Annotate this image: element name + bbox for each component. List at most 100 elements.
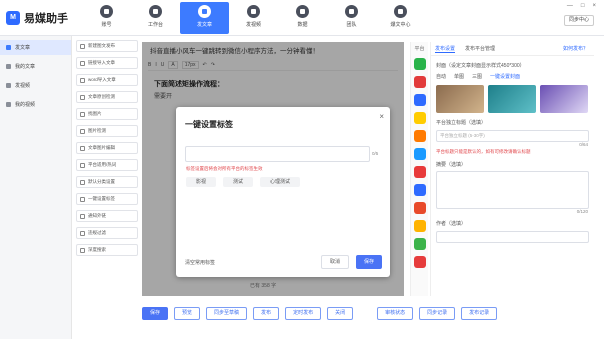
- sidebar-item-my-articles[interactable]: 我的文章: [0, 59, 71, 74]
- tool-set-tags[interactable]: 一键设置标签: [76, 193, 138, 205]
- set-cover-link[interactable]: 一键设置封面: [490, 73, 520, 80]
- review-status-button[interactable]: 审核状态: [377, 306, 414, 320]
- save-draft-button[interactable]: 保存: [142, 306, 169, 320]
- publish-record-button[interactable]: 发布记录: [461, 306, 498, 320]
- minimize-icon[interactable]: —: [567, 3, 573, 9]
- sidebar-item-publish-article[interactable]: 发文章: [0, 40, 71, 55]
- check-icon: [80, 94, 85, 100]
- tag-chip[interactable]: 影视: [186, 177, 217, 187]
- tool-image-check[interactable]: 图片检测: [76, 125, 138, 137]
- tool-label: 找图片: [88, 111, 102, 116]
- tool-find-image[interactable]: 找图片: [76, 108, 138, 120]
- platform-green-icon[interactable]: [413, 238, 426, 250]
- platform-title-label: 平台独立标题（选填）: [436, 120, 487, 126]
- tool-external-link[interactable]: 通知外链: [76, 210, 138, 222]
- sync-record-button[interactable]: 同步记录: [419, 306, 456, 320]
- platform-orange-icon[interactable]: [413, 130, 426, 142]
- tool-label: 文章图片编辑: [88, 145, 115, 150]
- tool-violation-filter[interactable]: 违规过滤: [76, 227, 138, 239]
- tool-image-edit[interactable]: 文章图片编辑: [76, 142, 138, 154]
- edit-icon: [80, 145, 85, 151]
- close-button[interactable]: 关闭: [327, 306, 354, 320]
- nav-label: 数据: [297, 22, 308, 28]
- platform-amber-icon[interactable]: [413, 220, 426, 232]
- tool-platform-keywords[interactable]: 平台适用/热词: [76, 159, 138, 171]
- sidebar-item-publish-video[interactable]: 发视频: [0, 78, 71, 93]
- cover-label: 封面（设定文章封面显示样式450*300）: [436, 63, 525, 69]
- tool-default-category[interactable]: 默认分类设置: [76, 176, 138, 188]
- list-icon: [6, 64, 11, 69]
- app-logo: M 易媒助手: [6, 10, 68, 26]
- nav-label: 爆文中心: [390, 22, 411, 28]
- platform-red-icon[interactable]: [413, 166, 426, 178]
- cover-thumbnail[interactable]: [540, 85, 588, 113]
- tool-label: 文章原创检测: [88, 94, 115, 99]
- platform-red2-icon[interactable]: [413, 202, 426, 214]
- tab-publish-settings[interactable]: 发布设置: [435, 45, 456, 53]
- tab-platform-management[interactable]: 发布平台管理: [465, 45, 495, 52]
- tag-chip[interactable]: 心理测试: [260, 177, 301, 187]
- user-icon: [100, 5, 113, 18]
- tool-label: 通知外链: [88, 213, 106, 218]
- image-icon: [80, 111, 85, 117]
- tool-import-word[interactable]: word导入文章: [76, 74, 138, 86]
- platform-yellow-icon[interactable]: [413, 112, 426, 124]
- close-icon[interactable]: ×: [592, 3, 596, 9]
- publish-settings-panel: 发布设置 发布平台管理 如何发布？ 封面（设定文章封面显示样式450*300） …: [430, 42, 594, 296]
- sidebar-item-label: 我的视频: [15, 102, 36, 108]
- platform-blue-icon[interactable]: [413, 148, 426, 160]
- author-input[interactable]: [436, 231, 589, 243]
- abstract-textarea[interactable]: [436, 171, 589, 209]
- sidebar-item-label: 发视频: [15, 83, 31, 89]
- tool-deep-search[interactable]: 深度搜索: [76, 244, 138, 256]
- save-button[interactable]: 保存: [356, 255, 382, 269]
- radio-single[interactable]: 单图: [454, 73, 464, 80]
- external-link-icon: [80, 213, 85, 219]
- window-controls: — □ ×: [567, 3, 596, 9]
- radio-triple[interactable]: 三图: [472, 73, 482, 80]
- baijiahao-icon[interactable]: [413, 94, 426, 106]
- sidebar-item-label: 我的文章: [15, 64, 36, 70]
- tag-chip[interactable]: 测试: [223, 177, 254, 187]
- platform-title-count: 0/64: [579, 142, 588, 147]
- tool-label: 新建图文发布: [88, 43, 115, 48]
- nav-item-hot-articles[interactable]: 爆文中心: [376, 2, 425, 34]
- toutiao-icon[interactable]: [413, 76, 426, 88]
- help-link[interactable]: 如何发布？: [563, 45, 588, 52]
- publish-button[interactable]: 发布: [253, 306, 280, 320]
- maximize-icon[interactable]: □: [581, 3, 585, 9]
- sync-draft-button[interactable]: 同步至草稿: [206, 306, 248, 320]
- platform-blue2-icon[interactable]: [413, 184, 426, 196]
- sidebar-item-my-videos[interactable]: 我的视频: [0, 97, 71, 112]
- cover-thumbnail[interactable]: [488, 85, 536, 113]
- nav-label: 账号: [101, 22, 112, 28]
- nav-label: 发文章: [196, 22, 212, 28]
- nav-item-team[interactable]: 团队: [327, 2, 376, 34]
- weibo-icon[interactable]: [413, 256, 426, 268]
- platform-strip: 平台: [410, 42, 428, 296]
- cancel-button[interactable]: 取消: [321, 255, 349, 269]
- tool-list: 新建图文发布 链接导入文章 word导入文章 文章原创检测 找图片 图片检测 文…: [76, 40, 138, 261]
- nav-item-account[interactable]: 账号: [82, 2, 131, 34]
- tool-import-link[interactable]: 链接导入文章: [76, 57, 138, 69]
- schedule-publish-button[interactable]: 定时发布: [285, 306, 322, 320]
- cover-thumbnail[interactable]: [436, 85, 484, 113]
- nav-item-publish-article[interactable]: 发文章: [180, 2, 229, 34]
- radio-auto[interactable]: 自动: [436, 73, 446, 80]
- clear-common-tags-link[interactable]: 清空常用标签: [185, 259, 215, 266]
- close-icon[interactable]: ×: [379, 112, 384, 121]
- platform-label: 平台: [414, 46, 425, 52]
- link-icon: [80, 60, 85, 66]
- tool-new-article[interactable]: 新建图文发布: [76, 40, 138, 52]
- tag-input[interactable]: [185, 146, 370, 162]
- nav-item-data[interactable]: 数据: [278, 2, 327, 34]
- nav-item-publish-video[interactable]: 发视频: [229, 2, 278, 34]
- search-icon: [80, 247, 85, 253]
- preview-button[interactable]: 预览: [174, 306, 201, 320]
- wechat-icon[interactable]: [413, 58, 426, 70]
- tool-originality-check[interactable]: 文章原创检测: [76, 91, 138, 103]
- nav-label: 工作台: [147, 22, 163, 28]
- sync-center-button[interactable]: 同步中心: [563, 15, 594, 26]
- nav-item-workbench[interactable]: 工作台: [131, 2, 180, 34]
- platform-title-input[interactable]: 平台独立标题 (5-30字): [436, 130, 589, 142]
